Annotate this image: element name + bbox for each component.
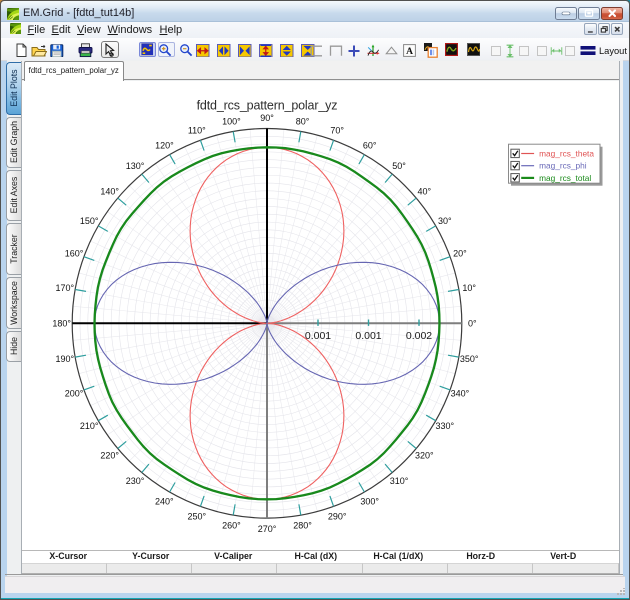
svg-text:210°: 210° (79, 421, 98, 431)
svg-text:270°: 270° (257, 523, 276, 533)
svg-text:150°: 150° (79, 215, 98, 225)
svg-text:140°: 140° (100, 186, 119, 196)
svg-text:90°: 90° (260, 113, 274, 123)
svg-text:280°: 280° (293, 520, 312, 530)
svg-text:220°: 220° (100, 450, 119, 460)
svg-text:0.001: 0.001 (355, 330, 381, 342)
svg-text:320°: 320° (414, 450, 433, 460)
svg-text:80°: 80° (295, 116, 309, 126)
svg-text:fdtd_rcs_pattern_polar_yz: fdtd_rcs_pattern_polar_yz (196, 98, 337, 112)
svg-text:190°: 190° (55, 354, 74, 364)
svg-text:130°: 130° (125, 161, 144, 171)
svg-text:50°: 50° (392, 161, 406, 171)
svg-text:100°: 100° (222, 116, 241, 126)
svg-text:310°: 310° (389, 475, 408, 485)
svg-text:30°: 30° (437, 215, 451, 225)
svg-text:mag_rcs_total: mag_rcs_total (539, 172, 591, 182)
svg-text:160°: 160° (64, 248, 83, 258)
svg-text:350°: 350° (459, 354, 478, 364)
svg-text:60°: 60° (362, 140, 376, 150)
svg-text:120°: 120° (155, 140, 174, 150)
svg-text:A: A (406, 46, 413, 56)
svg-text:180°: 180° (52, 318, 71, 328)
svg-text:110°: 110° (187, 125, 205, 135)
svg-text:260°: 260° (222, 520, 241, 530)
svg-text:340°: 340° (450, 388, 469, 398)
svg-text:250°: 250° (187, 511, 206, 521)
svg-text:70°: 70° (330, 125, 344, 135)
svg-text:10°: 10° (462, 282, 476, 292)
svg-text:0.001: 0.001 (304, 330, 330, 342)
svg-text:200°: 200° (64, 388, 83, 398)
svg-text:230°: 230° (125, 475, 144, 485)
svg-text:0.002: 0.002 (405, 330, 431, 342)
svg-text:170°: 170° (55, 282, 74, 292)
svg-text:40°: 40° (417, 186, 431, 196)
svg-text:mag_rcs_phi: mag_rcs_phi (539, 160, 587, 170)
svg-text:20°: 20° (453, 248, 467, 258)
svg-text:0°: 0° (467, 318, 476, 328)
svg-text:240°: 240° (154, 496, 173, 506)
svg-text:300°: 300° (360, 496, 379, 506)
svg-text:mag_rcs_theta: mag_rcs_theta (539, 148, 594, 158)
svg-text:330°: 330° (435, 421, 454, 431)
svg-text:290°: 290° (327, 511, 346, 521)
